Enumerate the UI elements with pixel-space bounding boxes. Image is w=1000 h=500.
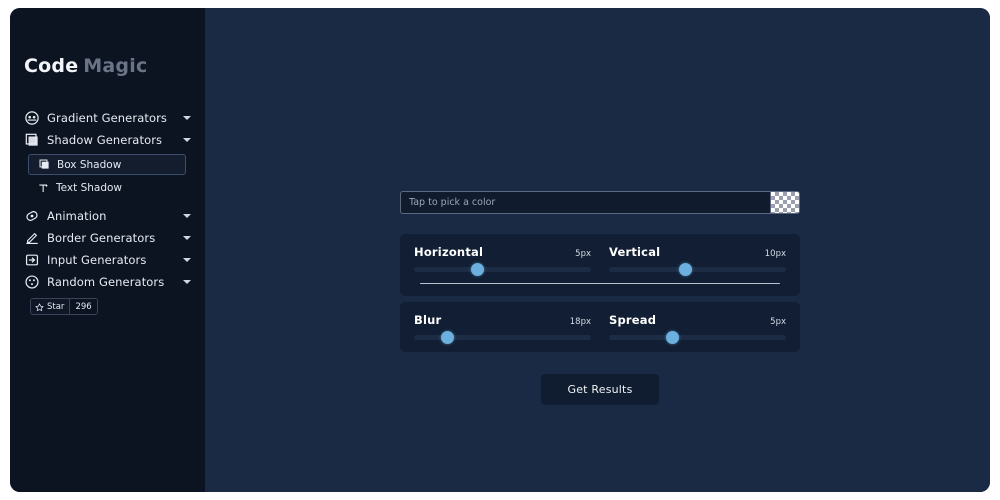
- chevron-down-icon[interactable]: [183, 236, 191, 240]
- chevron-down-icon[interactable]: [183, 138, 191, 142]
- github-star-button[interactable]: Star 296: [30, 298, 98, 315]
- slider-vertical-track[interactable]: [609, 263, 786, 276]
- slider-horizontal-head: Horizontal 5px: [414, 245, 591, 259]
- slider-horizontal-track[interactable]: [414, 263, 591, 276]
- chevron-down-icon[interactable]: [183, 116, 191, 120]
- chevron-down-icon[interactable]: [183, 280, 191, 284]
- sidebar-subitem-text-shadow[interactable]: Text Shadow: [28, 178, 205, 198]
- slider-value: 5px: [770, 317, 786, 327]
- slider-label: Blur: [414, 313, 442, 327]
- sidebar-item-label: Shadow Generators: [47, 133, 163, 147]
- sidebar-subitem-box-shadow[interactable]: Box Shadow: [28, 154, 186, 175]
- slider-divider: [420, 283, 780, 284]
- sidebar-item-label: Gradient Generators: [47, 111, 167, 125]
- sidebar: Code Magic Gradient Generators Shadow Ge…: [10, 8, 205, 492]
- color-swatch-preview[interactable]: [770, 191, 800, 214]
- sidebar-item-animation[interactable]: Animation: [10, 205, 205, 227]
- slider-horizontal-thumb[interactable]: [471, 263, 485, 276]
- slider-blur: Blur 18px: [414, 313, 591, 344]
- logo-secondary-text: Magic: [83, 55, 148, 77]
- slider-horizontal: Horizontal 5px: [414, 245, 591, 276]
- slider-row-1: Horizontal 5px Vertical 10px: [414, 245, 786, 276]
- slider-label: Vertical: [609, 245, 661, 259]
- sidebar-item-input-generators[interactable]: Input Generators: [10, 249, 205, 271]
- slider-card-blur-spread: Blur 18px Spread 5px: [400, 302, 800, 352]
- sidebar-item-label: Random Generators: [47, 275, 165, 289]
- slider-blur-track[interactable]: [414, 331, 591, 344]
- chevron-down-icon[interactable]: [183, 258, 191, 262]
- results-button-wrap: Get Results: [400, 374, 800, 405]
- slider-vertical: Vertical 10px: [609, 245, 786, 276]
- sidebar-item-label: Border Generators: [47, 231, 156, 245]
- slider-value: 10px: [764, 249, 786, 259]
- sidebar-item-border-generators[interactable]: Border Generators: [10, 227, 205, 249]
- app-logo[interactable]: Code Magic: [24, 55, 205, 77]
- sidebar-item-label: Animation: [47, 209, 107, 223]
- sidebar-item-gradient-generators[interactable]: Gradient Generators: [10, 107, 205, 129]
- input-arrow-icon: [24, 252, 40, 268]
- sidebar-submenu-shadow: Box Shadow Text Shadow: [28, 154, 205, 198]
- dice-icon: [24, 274, 40, 290]
- star-button-label: Star: [47, 301, 65, 312]
- main-content: Horizontal 5px Vertical 10px: [205, 8, 990, 492]
- slider-spread: Spread 5px: [609, 313, 786, 344]
- slider-vertical-head: Vertical 10px: [609, 245, 786, 259]
- box-shadow-icon: [37, 159, 51, 170]
- slider-blur-thumb[interactable]: [441, 331, 455, 344]
- animation-icon: [24, 208, 40, 224]
- box-shadow-generator-panel: Horizontal 5px Vertical 10px: [400, 191, 800, 405]
- slider-value: 18px: [569, 317, 591, 327]
- pen-icon: [24, 230, 40, 246]
- sidebar-subitem-label: Box Shadow: [57, 158, 122, 171]
- slider-value: 5px: [575, 249, 591, 259]
- chevron-down-icon[interactable]: [183, 214, 191, 218]
- sidebar-menu: Gradient Generators Shadow Generators Bo…: [10, 107, 205, 293]
- slider-spread-head: Spread 5px: [609, 313, 786, 327]
- get-results-button[interactable]: Get Results: [541, 374, 659, 405]
- sidebar-item-random-generators[interactable]: Random Generators: [10, 271, 205, 293]
- slider-label: Horizontal: [414, 245, 484, 259]
- sidebar-subitem-label: Text Shadow: [56, 182, 123, 194]
- app-window: Code Magic Gradient Generators Shadow Ge…: [10, 8, 990, 492]
- slider-vertical-thumb[interactable]: [678, 263, 692, 276]
- slider-spread-track[interactable]: [609, 331, 786, 344]
- slider-blur-head: Blur 18px: [414, 313, 591, 327]
- color-picker-row: [400, 191, 800, 214]
- slider-row-2: Blur 18px Spread 5px: [414, 313, 786, 344]
- gradient-circle-icon: [24, 110, 40, 126]
- color-picker-input[interactable]: [400, 191, 770, 214]
- star-button-main[interactable]: Star: [31, 299, 70, 314]
- square-shadow-icon: [24, 132, 40, 148]
- logo-primary-text: Code: [24, 55, 79, 77]
- star-icon: [35, 299, 44, 314]
- sidebar-item-label: Input Generators: [47, 253, 147, 267]
- text-shadow-icon: [36, 183, 50, 194]
- star-count: 296: [69, 299, 97, 314]
- slider-card-offset: Horizontal 5px Vertical 10px: [400, 234, 800, 296]
- slider-label: Spread: [609, 313, 657, 327]
- slider-spread-thumb[interactable]: [666, 331, 680, 344]
- sidebar-item-shadow-generators[interactable]: Shadow Generators: [10, 129, 205, 151]
